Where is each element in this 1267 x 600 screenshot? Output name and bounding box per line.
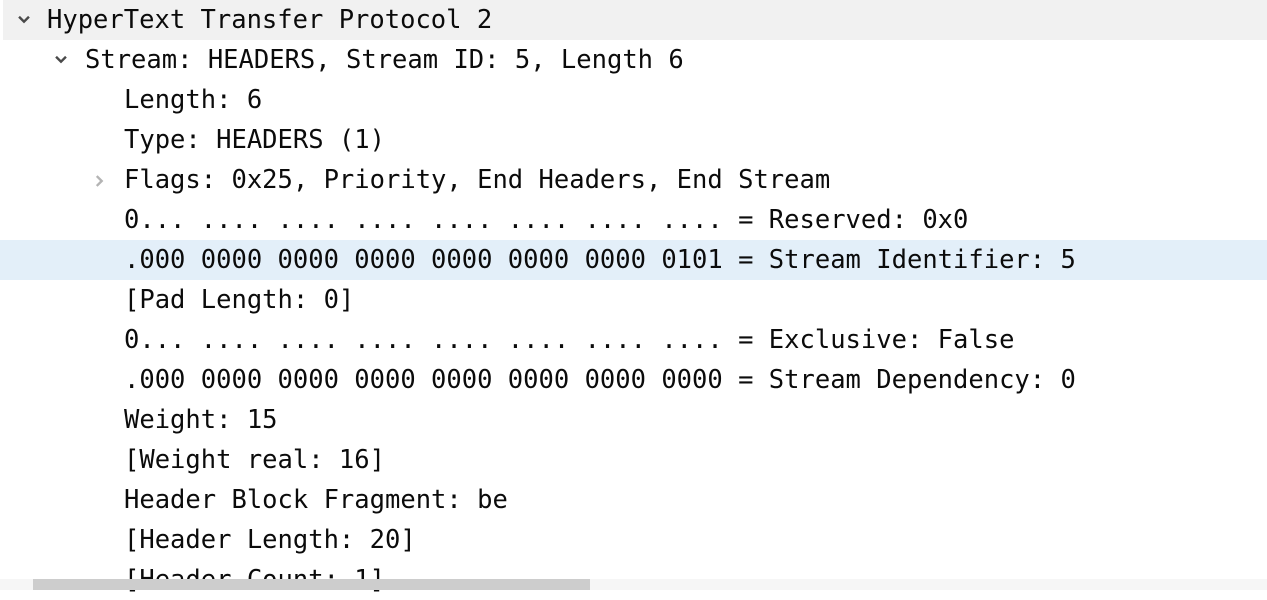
- tree-row-label: .000 0000 0000 0000 0000 0000 0000 0101 …: [124, 240, 1076, 280]
- tree-row-label: [Weight real: 16]: [124, 440, 385, 480]
- tree-row[interactable]: .000 0000 0000 0000 0000 0000 0000 0000 …: [0, 360, 1267, 400]
- tree-row-label: [Header Length: 20]: [124, 520, 416, 560]
- chevron-right-icon[interactable]: [88, 160, 114, 200]
- tree-row[interactable]: Length: 6: [0, 80, 1267, 120]
- tree-row-label: Weight: 15: [124, 400, 278, 440]
- tree-row[interactable]: Weight: 15: [0, 400, 1267, 440]
- tree-row[interactable]: 0... .... .... .... .... .... .... .... …: [0, 200, 1267, 240]
- tree-row[interactable]: [Pad Length: 0]: [0, 280, 1267, 320]
- tree-row-label: 0... .... .... .... .... .... .... .... …: [124, 320, 1014, 360]
- chevron-down-icon[interactable]: [11, 0, 37, 40]
- tree-row[interactable]: Stream: HEADERS, Stream ID: 5, Length 6: [0, 40, 1267, 80]
- chevron-down-icon[interactable]: [48, 40, 74, 80]
- tree-row[interactable]: Header Block Fragment: be: [0, 480, 1267, 520]
- horizontal-scrollbar[interactable]: [0, 579, 1267, 590]
- tree-row[interactable]: [Header Length: 20]: [0, 520, 1267, 560]
- horizontal-scrollbar-thumb[interactable]: [33, 579, 590, 590]
- tree-row-label: Stream: HEADERS, Stream ID: 5, Length 6: [85, 40, 684, 80]
- tree-row-label: 0... .... .... .... .... .... .... .... …: [124, 200, 968, 240]
- tree-row[interactable]: [Weight real: 16]: [0, 440, 1267, 480]
- tree-row[interactable]: 0... .... .... .... .... .... .... .... …: [0, 320, 1267, 360]
- tree-row-label: Length: 6: [124, 80, 262, 120]
- tree-row-label: .000 0000 0000 0000 0000 0000 0000 0000 …: [124, 360, 1076, 400]
- tree-row-label: HyperText Transfer Protocol 2: [47, 0, 492, 40]
- tree-row-label: [Pad Length: 0]: [124, 280, 354, 320]
- tree-row-label: Type: HEADERS (1): [124, 120, 385, 160]
- tree-row[interactable]: Flags: 0x25, Priority, End Headers, End …: [0, 160, 1267, 200]
- tree-row-label: Flags: 0x25, Priority, End Headers, End …: [124, 160, 830, 200]
- tree-row[interactable]: Type: HEADERS (1): [0, 120, 1267, 160]
- tree-row-label: Header Block Fragment: be: [124, 480, 508, 520]
- tree-row[interactable]: HyperText Transfer Protocol 2: [3, 0, 1267, 40]
- packet-details-tree[interactable]: HyperText Transfer Protocol 2Stream: HEA…: [0, 0, 1267, 590]
- tree-row[interactable]: .000 0000 0000 0000 0000 0000 0000 0101 …: [0, 240, 1267, 280]
